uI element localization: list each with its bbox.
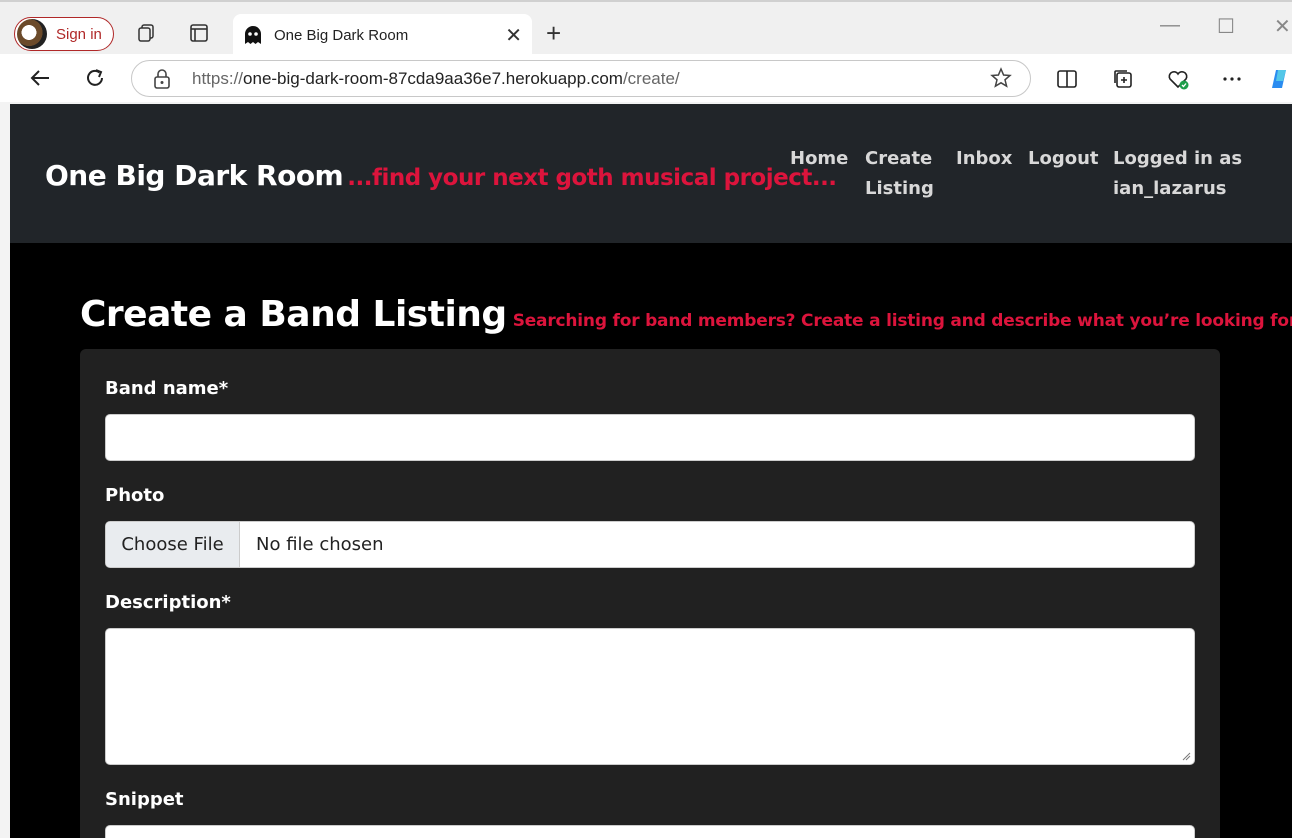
back-icon[interactable] [26, 64, 54, 92]
site-navbar: One Big Dark Room ...find your next goth … [10, 104, 1292, 243]
workspaces-icon[interactable] [135, 22, 157, 44]
browser-essentials-icon[interactable] [1166, 67, 1190, 91]
photo-label: Photo [105, 485, 165, 506]
description-textarea[interactable] [105, 628, 1195, 765]
page-viewport: One Big Dark Room ...find your next goth … [10, 104, 1292, 838]
nav-home[interactable]: Home [790, 144, 848, 174]
active-tab[interactable]: One Big Dark Room ✕ [233, 14, 532, 56]
copilot-icon[interactable] [1268, 67, 1292, 91]
url-host: one-big-dark-room-87cda9aa36e7.herokuapp… [243, 69, 623, 88]
site-brand[interactable]: One Big Dark Room ...find your next goth … [45, 159, 837, 192]
collections-icon[interactable] [1111, 67, 1135, 91]
choose-file-button[interactable]: Choose File [106, 522, 240, 567]
tab-actions-icon[interactable] [188, 22, 210, 44]
logged-in-username: ian_lazarus [1113, 178, 1227, 199]
page-subtitle: Searching for band members? Create a lis… [512, 311, 1292, 331]
create-listing-form: Band name* Photo Choose File No file cho… [80, 349, 1220, 838]
resize-grip-icon[interactable] [1181, 751, 1191, 761]
snippet-label: Snippet [105, 789, 184, 810]
no-file-text: No file chosen [256, 534, 384, 555]
address-bar: https://one-big-dark-room-87cda9aa36e7.h… [0, 54, 1292, 102]
brand-tagline: ...find your next goth musical project..… [347, 165, 837, 191]
new-tab-icon[interactable]: + [546, 18, 561, 49]
photo-file-input[interactable]: Choose File No file chosen [105, 521, 1195, 568]
snippet-input[interactable] [105, 825, 1195, 838]
description-label: Description* [105, 592, 231, 613]
url-path: /create/ [622, 69, 680, 88]
lock-icon[interactable] [153, 69, 171, 89]
url-prefix: https:// [192, 69, 244, 88]
sign-in-label: Sign in [56, 25, 102, 43]
favorite-star-icon[interactable] [990, 67, 1012, 89]
url-text: https://one-big-dark-room-87cda9aa36e7.h… [192, 69, 680, 89]
split-screen-icon[interactable] [1055, 67, 1079, 91]
close-tab-icon[interactable]: ✕ [505, 23, 522, 48]
url-field[interactable]: https://one-big-dark-room-87cda9aa36e7.h… [131, 60, 1031, 97]
nav-create-line2: Listing [865, 178, 934, 199]
page-heading: Create a Band Listing Searching for band … [80, 294, 1292, 335]
ghost-favicon-icon [245, 26, 261, 44]
brand-name: One Big Dark Room [45, 159, 344, 192]
nav-create-line1: Create [865, 148, 933, 169]
maximize-icon[interactable]: ☐ [1217, 14, 1235, 39]
profile-sign-in-button[interactable]: Sign in [14, 17, 114, 51]
close-window-icon[interactable]: ✕ [1274, 14, 1291, 39]
page-title: Create a Band Listing [80, 294, 507, 335]
tab-title: One Big Dark Room [274, 26, 409, 44]
logged-in-line1: Logged in as [1113, 148, 1243, 169]
profile-avatar [17, 19, 47, 49]
tab-strip: Sign in One Big Dark Room ✕ + — ☐ ✕ [0, 0, 1292, 56]
nav-create-listing[interactable]: Create Listing [865, 144, 934, 204]
band-name-input[interactable] [105, 414, 1195, 461]
minimize-icon[interactable]: — [1160, 14, 1180, 37]
logged-in-status: Logged in as ian_lazarus [1113, 144, 1242, 204]
more-options-icon[interactable] [1220, 67, 1244, 91]
nav-logout[interactable]: Logout [1028, 144, 1099, 174]
band-name-label: Band name* [105, 378, 229, 399]
refresh-icon[interactable] [81, 64, 109, 92]
nav-inbox[interactable]: Inbox [956, 144, 1012, 174]
